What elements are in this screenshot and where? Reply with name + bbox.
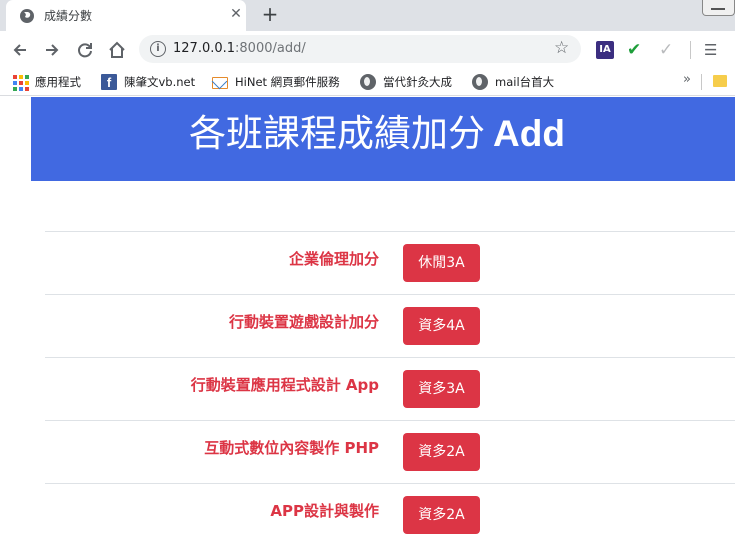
course-name: APP設計與製作 (270, 502, 379, 520)
class-button[interactable]: 資多4A (403, 307, 480, 345)
new-tab-button[interactable]: + (259, 3, 281, 25)
minimize-button[interactable] (702, 0, 735, 16)
media-list-icon[interactable]: ☰ (704, 41, 722, 59)
toolbar-divider (690, 41, 691, 59)
back-arrow-icon[interactable] (9, 39, 31, 61)
bookmark-acupuncture[interactable]: 當代針灸大成 (360, 73, 452, 91)
course-row: 行動裝置應用程式設計 App 資多3A (45, 357, 735, 420)
apps-grid-icon (12, 74, 29, 91)
forward-arrow-icon[interactable] (41, 39, 63, 61)
browser-toolbar: i 127.0.0.1:8000/add/ ☆ IA ✔ ✓ ☰ (0, 31, 735, 67)
course-name: 企業倫理加分 (288, 250, 379, 268)
bookmark-facebook[interactable]: f 陳肇文vb.net (101, 73, 195, 91)
globe-icon (20, 9, 34, 23)
reload-icon[interactable] (74, 39, 96, 61)
facebook-icon: f (101, 74, 117, 90)
home-icon[interactable] (106, 39, 128, 61)
bookmark-label: HiNet 網頁郵件服務 (235, 75, 340, 89)
course-name: 行動裝置遊戲設計加分 (228, 313, 379, 331)
course-row: 企業倫理加分 休閒3A (45, 231, 735, 294)
check-extension-icon[interactable]: ✔ (627, 41, 645, 59)
course-row: APP設計與製作 資多2A (45, 483, 735, 542)
course-list: 企業倫理加分 休閒3A 行動裝置遊戲設計加分 資多4A 行動裝置應用程式設計 A… (45, 231, 735, 542)
course-row: 互動式數位內容製作 PHP 資多2A (45, 420, 735, 483)
page-title: 各班課程成績加分 Add (189, 103, 565, 157)
bookmark-star-icon[interactable]: ☆ (554, 38, 569, 58)
bookmark-label: 當代針灸大成 (383, 75, 452, 89)
page-title-english: Add (493, 113, 565, 154)
page-title-chinese: 各班課程成績加分 (189, 112, 485, 155)
bookmark-label: 應用程式 (35, 75, 81, 89)
bookmark-label: mail台首大 (495, 75, 555, 89)
check-extension-icon[interactable]: ✓ (659, 41, 677, 59)
course-name: 互動式數位內容製作 PHP (204, 439, 379, 457)
mail-icon (212, 77, 228, 89)
browser-tab[interactable]: 成績分數 ✕ (6, 0, 246, 31)
tab-title: 成績分數 (44, 9, 93, 23)
bookmark-apps[interactable]: 應用程式 (12, 73, 81, 91)
tab-strip: 成績分數 ✕ + (0, 0, 735, 31)
class-button[interactable]: 休閒3A (403, 244, 480, 282)
address-bar[interactable]: i 127.0.0.1:8000/add/ ☆ (139, 35, 581, 63)
bookmark-mail-tnua[interactable]: mail台首大 (472, 73, 554, 91)
class-button[interactable]: 資多3A (403, 370, 480, 408)
bookmark-hinet-mail[interactable]: HiNet 網頁郵件服務 (212, 73, 340, 91)
folder-icon[interactable] (713, 75, 727, 87)
page-content: 各班課程成績加分 Add 企業倫理加分 休閒3A 行動裝置遊戲設計加分 資多4A … (0, 97, 735, 542)
class-button[interactable]: 資多2A (403, 496, 480, 534)
bookmarks-bar: 應用程式 f 陳肇文vb.net HiNet 網頁郵件服務 當代針灸大成 mai… (0, 67, 735, 96)
globe-icon (360, 74, 376, 90)
close-tab-icon[interactable]: ✕ (227, 5, 245, 23)
url-text[interactable]: 127.0.0.1:8000/add/ (173, 41, 306, 56)
bookmark-label: 陳肇文vb.net (124, 75, 196, 89)
globe-icon (472, 74, 488, 90)
bookmarks-divider (701, 74, 702, 90)
class-button[interactable]: 資多2A (403, 433, 480, 471)
info-icon[interactable]: i (150, 41, 166, 57)
course-row: 行動裝置遊戲設計加分 資多4A (45, 294, 735, 357)
page-banner: 各班課程成績加分 Add (31, 97, 735, 181)
more-bookmarks-icon[interactable]: » (683, 72, 691, 87)
ia-extension-icon[interactable]: IA (596, 41, 614, 59)
course-name: 行動裝置應用程式設計 App (190, 376, 379, 394)
